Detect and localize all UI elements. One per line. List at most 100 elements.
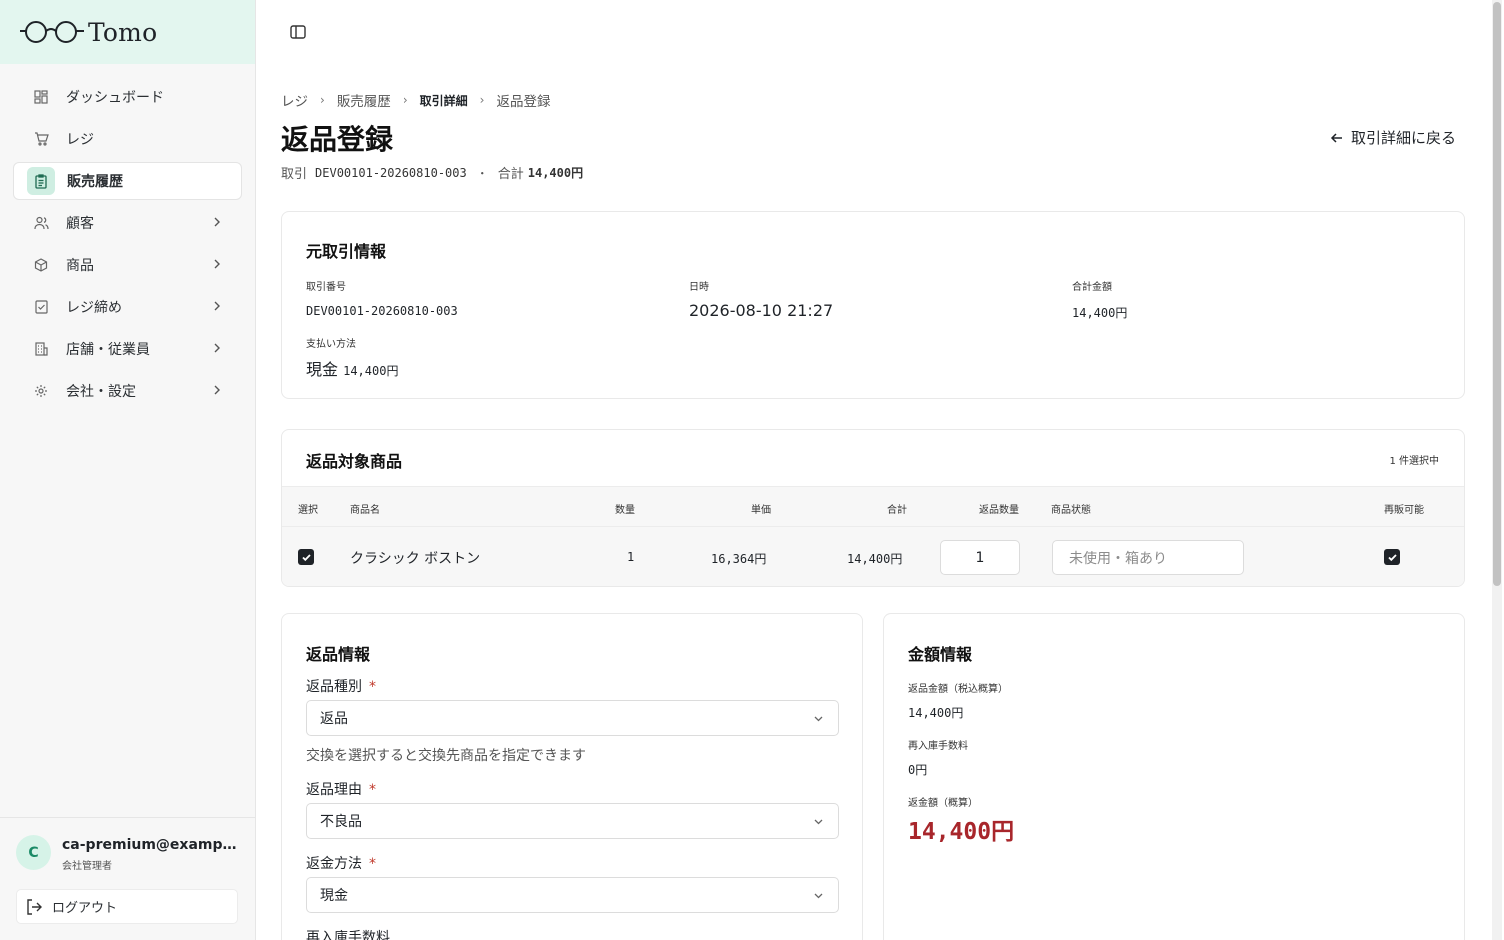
chevron-down-icon — [814, 819, 823, 825]
column-header: 選択 — [298, 505, 318, 516]
refund-method-label: 返金方法 * — [306, 853, 376, 873]
transaction-summary: 取引 DEV00101-20260810-003 ・ 合計 14,400円 — [281, 163, 584, 183]
user-panel: C ca-premium@example.com 会社管理者 ログアウト — [0, 817, 255, 940]
product-name: クラシック ボストン — [350, 551, 481, 567]
label-text: 返品理由 — [306, 782, 362, 798]
sidebar-item-stores-staff[interactable]: 店舗・従業員 — [13, 330, 242, 368]
column-header: 合計 — [887, 505, 907, 516]
sidebar-item-register[interactable]: レジ — [13, 120, 242, 158]
breadcrumb-separator-icon: › — [402, 93, 408, 107]
column-header: 数量 — [615, 505, 635, 516]
return-items-card: 返品対象商品 1 件選択中 選択 商品名 数量 単価 合計 返品数量 商品状態 … — [281, 429, 1465, 587]
resellable-checkbox[interactable] — [1384, 549, 1400, 565]
back-label: 取引詳細に戻る — [1350, 129, 1456, 147]
required-mark: * — [369, 856, 376, 872]
column-header: 返品数量 — [979, 505, 1019, 516]
field-value: DEV00101-20260810-003 — [306, 304, 458, 318]
logo-text: Tomo — [88, 17, 158, 47]
chevron-right-icon — [214, 259, 220, 269]
return-type-select[interactable]: 返品 — [306, 700, 839, 736]
sidebar-item-products[interactable]: 商品 — [13, 246, 242, 284]
main-nav: ダッシュボード レジ 販売履歴 顧客 商品 レジ締め 店舗・従業員 会社・設定 — [0, 64, 255, 410]
chevron-right-icon — [214, 301, 220, 311]
scrollbar-thumb[interactable] — [1493, 2, 1501, 586]
sidebar-item-customers[interactable]: 顧客 — [13, 204, 242, 242]
original-transaction-card: 元取引情報 取引番号 DEV00101-20260810-003 日時 2026… — [281, 211, 1465, 399]
card-title: 返品情報 — [306, 645, 371, 664]
field-label: 取引番号 — [306, 282, 346, 293]
table-header: 選択 商品名 数量 単価 合計 返品数量 商品状態 再販可能 — [282, 486, 1464, 527]
checklist-icon — [33, 299, 49, 315]
breadcrumb-register[interactable]: レジ — [281, 90, 308, 110]
breadcrumb-transaction-detail[interactable]: 取引詳細 — [420, 92, 468, 109]
field-value: 14,400円 — [1072, 306, 1128, 320]
transaction-prefix: 取引 — [281, 167, 308, 182]
avatar[interactable]: C — [16, 835, 51, 870]
return-info-card: 返品情報 返品種別 * 返品 交換を選択すると交換先商品を指定できます 返品理由 *… — [281, 613, 863, 940]
dashboard-icon — [33, 89, 49, 105]
sidebar-item-register-closing[interactable]: レジ締め — [13, 288, 242, 326]
separator-dot: ・ — [476, 166, 488, 180]
label-text: 返品種別 — [306, 679, 362, 695]
users-icon — [33, 215, 49, 231]
table-row: クラシック ボストン 1 16,364円 14,400円 1 未使用・箱あり — [282, 527, 1464, 586]
restock-fee-label: 再入庫手数料 — [908, 741, 968, 752]
sidebar-item-sales-history[interactable]: 販売履歴 — [13, 162, 242, 200]
page-title: 返品登録 — [281, 123, 394, 156]
transaction-id: DEV00101-20260810-003 — [315, 165, 467, 180]
sidebar: Tomo ダッシュボード レジ 販売履歴 顧客 商品 レジ締め 店舗・従業員 会… — [0, 0, 256, 940]
datetime-field: 日時 2026-08-10 21:27 — [689, 278, 833, 320]
chevron-down-icon — [814, 893, 823, 899]
return-reason-label: 返品理由 * — [306, 779, 376, 799]
select-checkbox[interactable] — [298, 549, 314, 565]
back-to-detail-link[interactable]: 取引詳細に戻る — [1329, 127, 1456, 148]
return-type-label: 返品種別 * — [306, 676, 376, 696]
sidebar-item-label: レジ — [66, 132, 94, 148]
column-header: 単価 — [751, 505, 771, 516]
card-title: 返品対象商品 — [306, 452, 403, 471]
breadcrumb-separator-icon: › — [479, 93, 485, 107]
sidebar-item-dashboard[interactable]: ダッシュボード — [13, 78, 242, 116]
field-label: 支払い方法 — [306, 339, 356, 350]
sidebar-item-company-settings[interactable]: 会社・設定 — [13, 372, 242, 410]
card-title: 金額情報 — [908, 645, 973, 664]
restock-fee: 0円 — [908, 763, 928, 777]
logo[interactable]: Tomo — [0, 0, 255, 64]
breadcrumb-current: 返品登録 — [496, 94, 551, 110]
return-amount-label: 返品金額（税込概算） — [908, 684, 1008, 695]
return-qty-input[interactable]: 1 — [940, 540, 1020, 575]
payment-amount: 14,400円 — [343, 364, 399, 378]
chevron-right-icon — [214, 385, 220, 395]
sidebar-item-label: 販売履歴 — [67, 174, 123, 190]
building-icon — [33, 341, 49, 357]
return-reason-select[interactable]: 不良品 — [306, 803, 839, 839]
sidebar-item-label: ダッシュボード — [66, 90, 164, 106]
user-role: 会社管理者 — [62, 861, 112, 872]
header-total: 14,400円 — [527, 166, 584, 180]
payment-method: 現金 — [306, 360, 339, 379]
required-mark: * — [369, 782, 376, 798]
column-header: 商品状態 — [1051, 505, 1091, 516]
breadcrumb-sales-history[interactable]: 販売履歴 — [337, 90, 391, 110]
refund-method-select[interactable]: 現金 — [306, 877, 839, 913]
receipt-icon — [27, 167, 55, 195]
field-label: 日時 — [689, 282, 709, 293]
select-value: 現金 — [320, 888, 348, 904]
field-value: 現金 14,400円 — [306, 356, 398, 380]
payment-method-field: 支払い方法 現金 14,400円 — [306, 335, 398, 380]
column-header: 商品名 — [350, 505, 380, 516]
arrow-left-icon — [1330, 132, 1342, 143]
select-value: 返品 — [320, 711, 348, 727]
page-scrollbar[interactable] — [1492, 0, 1502, 940]
chevron-right-icon — [214, 343, 220, 353]
line-total: 14,400円 — [847, 552, 903, 566]
condition-input[interactable]: 未使用・箱あり — [1052, 540, 1244, 575]
sidebar-item-label: レジ締め — [66, 300, 122, 316]
restock-fee-label: 再入庫手数料 — [306, 930, 390, 940]
transaction-number-field: 取引番号 DEV00101-20260810-003 — [306, 278, 458, 318]
gear-icon — [33, 383, 49, 399]
label-text: 返金方法 — [306, 856, 362, 872]
logout-button[interactable]: ログアウト — [16, 889, 238, 924]
sidebar-toggle-icon[interactable] — [289, 23, 307, 41]
product-qty: 1 — [627, 550, 635, 564]
